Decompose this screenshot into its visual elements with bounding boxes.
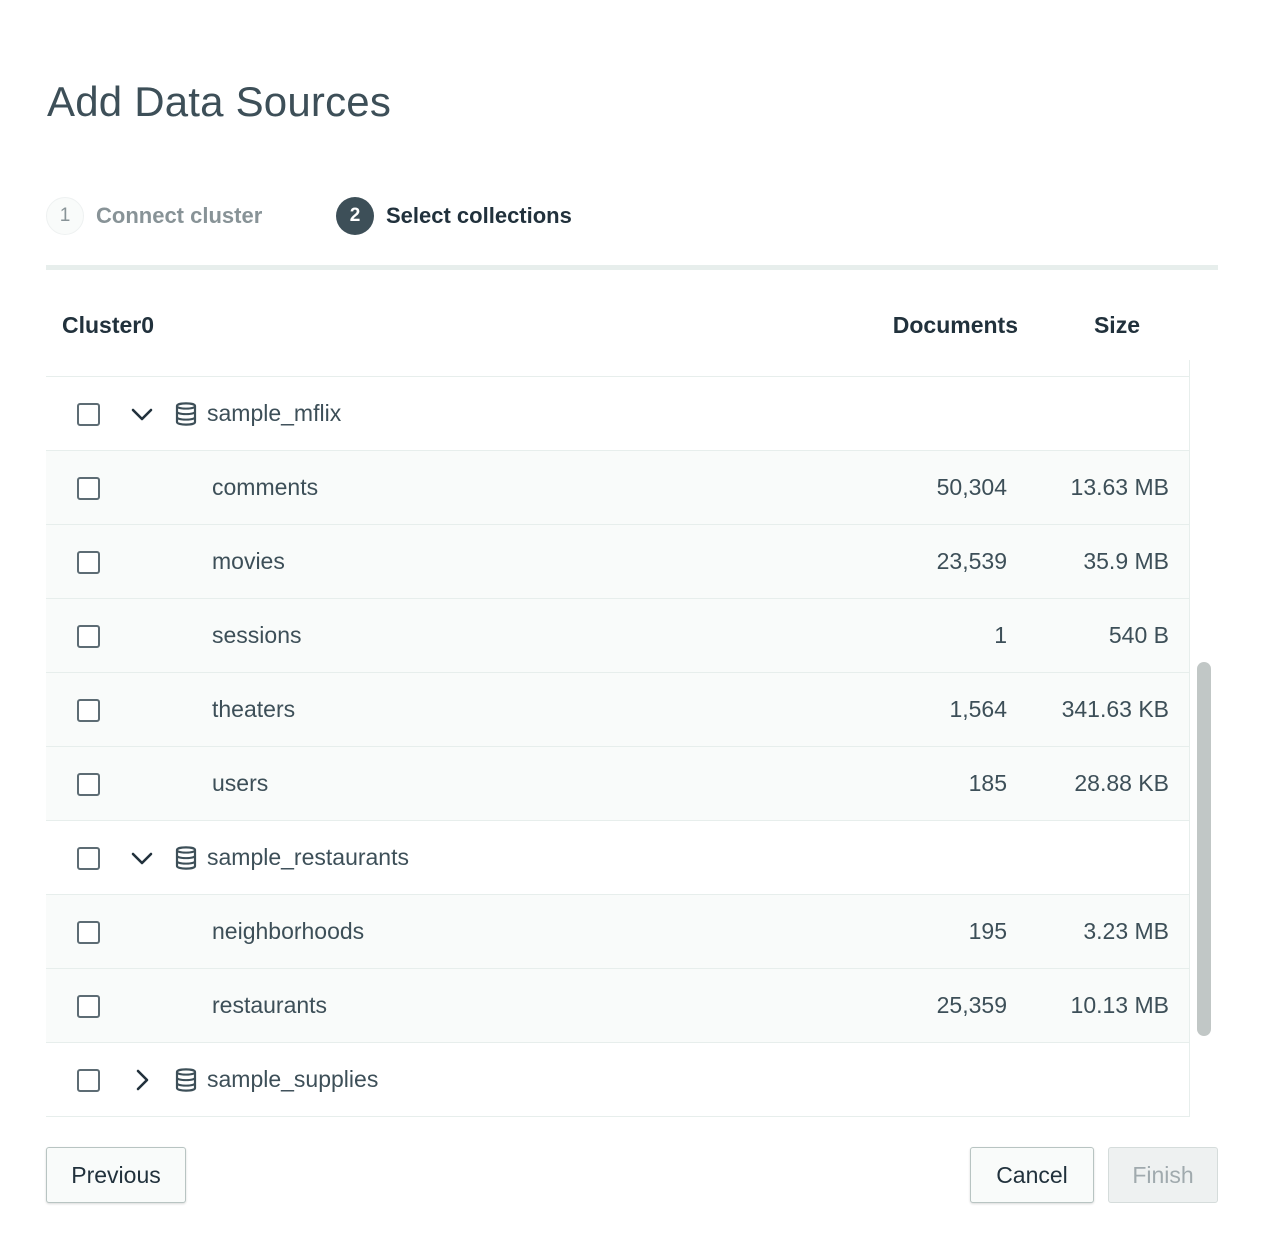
collection-checkbox[interactable]	[77, 699, 100, 722]
document-count: 25,359	[936, 992, 1007, 1018]
collection-name: restaurants	[212, 992, 328, 1018]
step-number: 2	[336, 197, 374, 235]
collection-checkbox[interactable]	[77, 773, 100, 796]
database-icon	[175, 1068, 197, 1092]
collection-name: theaters	[212, 696, 296, 722]
chevron-right-icon[interactable]	[130, 1068, 154, 1092]
column-header-size: Size	[1093, 312, 1140, 338]
database-row-sample-restaurants[interactable]: sample_restaurants	[46, 821, 1189, 895]
collection-size: 3.23 MB	[1083, 918, 1169, 944]
collection-name: users	[212, 770, 269, 796]
collection-checkbox[interactable]	[77, 551, 100, 574]
finish-button[interactable]: Finish	[1108, 1147, 1218, 1203]
collections-tree: sample_mflix comments 50,304 13.63 MB mo…	[46, 360, 1189, 1117]
column-header-documents: Documents	[892, 312, 1018, 338]
document-count: 185	[968, 770, 1007, 796]
scrollbar-thumb[interactable]	[1197, 662, 1211, 1036]
chevron-down-icon[interactable]	[130, 846, 154, 870]
collection-size: 35.9 MB	[1083, 548, 1169, 574]
step-label: Connect cluster	[96, 203, 263, 228]
scrollbar-track[interactable]	[1189, 360, 1218, 1117]
database-name: sample_restaurants	[207, 844, 409, 870]
database-icon	[175, 402, 197, 426]
collection-row-movies[interactable]: movies 23,539 35.9 MB	[46, 525, 1189, 599]
document-count: 23,539	[936, 548, 1007, 574]
document-count: 1	[994, 622, 1007, 648]
database-name: sample_supplies	[207, 1066, 379, 1092]
collection-size: 341.63 KB	[1061, 696, 1169, 722]
modal-title: Add Data Sources	[47, 78, 392, 125]
collection-name: neighborhoods	[212, 918, 365, 944]
cancel-button[interactable]: Cancel	[970, 1147, 1094, 1203]
collection-checkbox[interactable]	[77, 995, 100, 1018]
collection-size: 540 B	[1108, 622, 1169, 648]
database-row-sample-mflix[interactable]: sample_mflix	[46, 377, 1189, 451]
step-label: Select collections	[386, 203, 572, 228]
collection-name: comments	[212, 474, 319, 500]
collection-size: 13.63 MB	[1070, 474, 1169, 500]
chevron-down-icon[interactable]	[130, 402, 154, 426]
database-checkbox[interactable]	[77, 403, 100, 426]
collection-name: movies	[212, 548, 285, 574]
database-checkbox[interactable]	[77, 1069, 100, 1092]
collection-row-restaurants[interactable]: restaurants 25,359 10.13 MB	[46, 969, 1189, 1043]
collection-name: sessions	[212, 622, 302, 648]
collection-row-neighborhoods[interactable]: neighborhoods 195 3.23 MB	[46, 895, 1189, 969]
collection-size: 10.13 MB	[1070, 992, 1169, 1018]
step-select-collections: 2 Select collections	[336, 196, 572, 236]
collection-size: 28.88 KB	[1074, 770, 1169, 796]
collection-checkbox[interactable]	[77, 477, 100, 500]
step-connect-cluster: 1 Connect cluster	[46, 196, 262, 236]
database-checkbox[interactable]	[77, 847, 100, 870]
collection-row-users[interactable]: users 185 28.88 KB	[46, 747, 1189, 821]
database-name: sample_mflix	[207, 400, 342, 426]
step-number: 1	[46, 197, 84, 235]
column-header-cluster: Cluster0	[62, 312, 155, 338]
document-count: 50,304	[936, 474, 1007, 500]
database-row-sample-supplies[interactable]: sample_supplies	[46, 1043, 1189, 1117]
collection-checkbox[interactable]	[77, 921, 100, 944]
collection-checkbox[interactable]	[77, 625, 100, 648]
document-count: 195	[968, 918, 1007, 944]
stepper-divider	[46, 265, 1218, 270]
document-count: 1,564	[949, 696, 1007, 722]
collection-row-sessions[interactable]: sessions 1 540 B	[46, 599, 1189, 673]
table-header: Cluster0 Documents Size	[46, 290, 1218, 360]
collection-row-theaters[interactable]: theaters 1,564 341.63 KB	[46, 673, 1189, 747]
previous-button[interactable]: Previous	[46, 1147, 186, 1203]
database-icon	[175, 846, 197, 870]
collection-row-comments[interactable]: comments 50,304 13.63 MB	[46, 451, 1189, 525]
